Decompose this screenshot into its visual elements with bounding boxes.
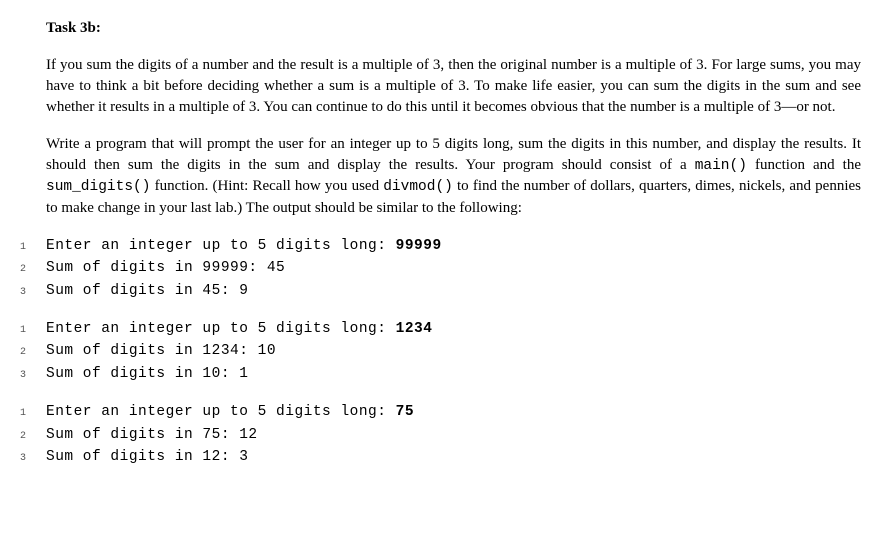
code-text: Sum of digits in 45: 9: [46, 280, 248, 302]
code-line: 2 Sum of digits in 1234: 10: [18, 340, 861, 362]
code-line: 2 Sum of digits in 99999: 45: [18, 257, 861, 279]
line-number: 2: [18, 345, 46, 361]
sumdigits-function-code: sum_digits(): [46, 179, 150, 195]
code-text: Sum of digits in 12: 3: [46, 446, 248, 468]
code-example-2: 1 Enter an integer up to 5 digits long: …: [18, 318, 861, 385]
para2-text-3: function. (Hint: Recall how you used: [150, 178, 383, 194]
code-text: Sum of digits in 10: 1: [46, 363, 248, 385]
line-number: 1: [18, 240, 46, 256]
user-input: 75: [396, 404, 414, 420]
task-heading: Task 3b:: [46, 18, 861, 39]
code-example-1: 1 Enter an integer up to 5 digits long: …: [18, 235, 861, 302]
code-text: Enter an integer up to 5 digits long: 12…: [46, 318, 432, 340]
line-number: 3: [18, 368, 46, 384]
code-line: 1 Enter an integer up to 5 digits long: …: [18, 318, 861, 340]
code-line: 2 Sum of digits in 75: 12: [18, 424, 861, 446]
main-function-code: main(): [695, 158, 747, 174]
code-text: Sum of digits in 1234: 10: [46, 340, 276, 362]
code-line: 3 Sum of digits in 10: 1: [18, 363, 861, 385]
code-text: Sum of digits in 99999: 45: [46, 257, 285, 279]
line-number: 2: [18, 429, 46, 445]
code-text: Enter an integer up to 5 digits long: 99…: [46, 235, 442, 257]
line-number: 2: [18, 262, 46, 278]
code-line: 1 Enter an integer up to 5 digits long: …: [18, 235, 861, 257]
code-example-3: 1 Enter an integer up to 5 digits long: …: [18, 401, 861, 468]
line-number: 3: [18, 285, 46, 301]
code-text: Enter an integer up to 5 digits long: 75: [46, 401, 414, 423]
paragraph-1: If you sum the digits of a number and th…: [46, 55, 861, 118]
user-input: 99999: [396, 238, 442, 254]
paragraph-2: Write a program that will prompt the use…: [46, 134, 861, 219]
user-input: 1234: [396, 321, 433, 337]
line-number: 1: [18, 406, 46, 422]
code-line: 1 Enter an integer up to 5 digits long: …: [18, 401, 861, 423]
code-line: 3 Sum of digits in 12: 3: [18, 446, 861, 468]
line-number: 3: [18, 451, 46, 467]
para2-text-2: function and the: [747, 157, 861, 173]
line-number: 1: [18, 323, 46, 339]
divmod-function-code: divmod(): [383, 179, 453, 195]
code-line: 3 Sum of digits in 45: 9: [18, 280, 861, 302]
code-text: Sum of digits in 75: 12: [46, 424, 258, 446]
